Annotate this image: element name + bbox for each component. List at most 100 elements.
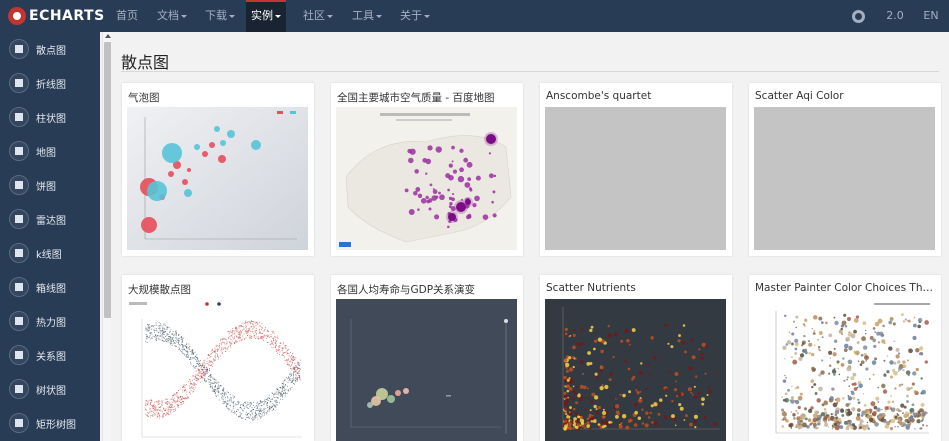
- echarts-logo[interactable]: ECHARTS: [8, 7, 105, 25]
- sidebar-item-label: 折线图: [36, 79, 66, 91]
- card-preview-image[interactable]: [545, 107, 726, 250]
- sidebar-item-4[interactable]: 饼图: [0, 168, 100, 202]
- sidebar-item-6[interactable]: k线图: [0, 236, 100, 270]
- nav-item-6[interactable]: 关于: [394, 0, 436, 32]
- card-preview-image[interactable]: [127, 299, 308, 441]
- card-title[interactable]: 各国人均寿命与GDP关系演变: [337, 282, 519, 297]
- nav-item-label: 实例: [251, 9, 273, 22]
- card-title[interactable]: 全国主要城市空气质量 - 百度地图: [337, 90, 519, 105]
- example-card[interactable]: Anscombe's quartet: [540, 83, 732, 256]
- card-title[interactable]: Master Painter Color Choices Through...: [755, 282, 937, 294]
- sidebar-item-7[interactable]: 箱线图: [0, 270, 100, 304]
- card-title[interactable]: Scatter Nutrients: [546, 282, 728, 294]
- example-card[interactable]: Scatter Aqi Color: [749, 83, 941, 256]
- side-icon-glyph: [15, 113, 23, 121]
- side-icon-glyph: [15, 249, 23, 257]
- side-icon-glyph: [15, 147, 23, 155]
- example-card[interactable]: Master Painter Color Choices Through...: [749, 275, 941, 441]
- echarts-logo-icon: [8, 7, 26, 25]
- sidebar-item-10[interactable]: 树状图: [0, 372, 100, 406]
- caret-down-icon: [327, 14, 333, 18]
- nav-item-label: 工具: [352, 9, 374, 22]
- nav-item-5[interactable]: 工具: [346, 0, 388, 32]
- brand-name: ECHARTS: [29, 8, 105, 24]
- github-icon[interactable]: [852, 10, 865, 23]
- sidebar-item-3[interactable]: 地图: [0, 134, 100, 168]
- tree-icon: [9, 379, 29, 399]
- scatter-icon: [9, 39, 29, 59]
- side-icon-glyph: [15, 181, 23, 189]
- scroll-up-arrow-icon[interactable]: [105, 34, 111, 38]
- graph-icon: [9, 345, 29, 365]
- caret-down-icon: [229, 14, 235, 18]
- side-icon-glyph: [15, 215, 23, 223]
- top-navbar: ECHARTS 首页 文档 下载 实例 社区 工具 关于 2.0 EN: [0, 0, 949, 32]
- sidebar-item-8[interactable]: 热力图: [0, 304, 100, 338]
- sidebar-item-label: 散点图: [36, 45, 66, 57]
- preview-baidu-map: [336, 107, 517, 250]
- pie-icon: [9, 175, 29, 195]
- preview-bubble: [127, 107, 308, 250]
- sidebar-item-label: 地图: [36, 147, 56, 159]
- map-icon: [9, 141, 29, 161]
- sidebar-item-label: 箱线图: [36, 283, 66, 295]
- nav-item-label: 社区: [303, 9, 325, 22]
- nav-item-label: 文档: [157, 9, 179, 22]
- card-preview-image[interactable]: [336, 107, 517, 250]
- example-card[interactable]: 全国主要城市空气质量 - 百度地图: [331, 83, 523, 256]
- nav-item-3[interactable]: 实例: [246, 0, 286, 32]
- card-preview-image[interactable]: [336, 299, 517, 441]
- main-content: 散点图 气泡图 全国主要城市空气质量 - 百度地图 Anscombe's quart…: [112, 32, 949, 441]
- card-preview-image[interactable]: [127, 107, 308, 250]
- example-card[interactable]: 大规模散点图: [122, 275, 314, 441]
- sidebar-item-9[interactable]: 关系图: [0, 338, 100, 372]
- side-icon-glyph: [15, 79, 23, 87]
- version-label[interactable]: 2.0: [880, 0, 910, 32]
- nav-item-4[interactable]: 社区: [297, 0, 339, 32]
- nav-item-2[interactable]: 下载: [199, 0, 241, 32]
- sidebar-item-5[interactable]: 雷达图: [0, 202, 100, 236]
- caret-down-icon: [376, 14, 382, 18]
- scrollbar[interactable]: [102, 32, 111, 441]
- card-preview-image[interactable]: [754, 299, 935, 441]
- page-title: 散点图: [121, 53, 170, 72]
- nav-item-label: 首页: [116, 9, 138, 22]
- sidebar-item-1[interactable]: 折线图: [0, 66, 100, 100]
- card-preview-image[interactable]: [754, 107, 935, 250]
- example-card[interactable]: 气泡图: [122, 83, 314, 256]
- nav-item-label: 关于: [400, 9, 422, 22]
- sidebar: 散点图折线图柱状图地图饼图 雷达图 k线图箱线图热力图关系图 树状图矩形树图: [0, 32, 100, 441]
- bar-icon: [9, 107, 29, 127]
- sidebar-item-0[interactable]: 散点图: [0, 32, 100, 66]
- side-icon-glyph: [15, 385, 23, 393]
- nav-item-0[interactable]: 首页: [113, 0, 141, 32]
- preview-painter: [754, 299, 935, 441]
- nav-item-label: 下载: [205, 9, 227, 22]
- preview-life-gdp: [336, 299, 517, 441]
- nav-item-1[interactable]: 文档: [151, 0, 193, 32]
- card-title[interactable]: 气泡图: [128, 90, 310, 105]
- title-divider: [121, 71, 939, 72]
- language-switch[interactable]: EN: [918, 0, 944, 32]
- example-card[interactable]: 各国人均寿命与GDP关系演变: [331, 275, 523, 441]
- side-icon-glyph: [15, 283, 23, 291]
- treemap-icon: [9, 413, 29, 433]
- side-icon-glyph: [15, 45, 23, 53]
- card-title[interactable]: 大规模散点图: [128, 282, 310, 297]
- boxplot-icon: [9, 277, 29, 297]
- caret-down-icon: [181, 14, 187, 18]
- card-title[interactable]: Anscombe's quartet: [546, 90, 728, 102]
- sidebar-item-11[interactable]: 矩形树图: [0, 406, 100, 440]
- sidebar-item-label: 热力图: [36, 317, 66, 329]
- line-icon: [9, 73, 29, 93]
- card-title[interactable]: Scatter Aqi Color: [755, 90, 937, 102]
- example-card[interactable]: Scatter Nutrients: [540, 275, 732, 441]
- scrollbar-thumb[interactable]: [104, 42, 111, 318]
- caret-down-icon: [424, 14, 430, 18]
- caret-down-icon: [275, 14, 281, 18]
- sidebar-item-2[interactable]: 柱状图: [0, 100, 100, 134]
- card-preview-image[interactable]: [545, 299, 726, 441]
- preview-large-scatter: [127, 299, 308, 441]
- sidebar-item-label: 矩形树图: [36, 419, 76, 431]
- sidebar-item-label: 柱状图: [36, 113, 66, 125]
